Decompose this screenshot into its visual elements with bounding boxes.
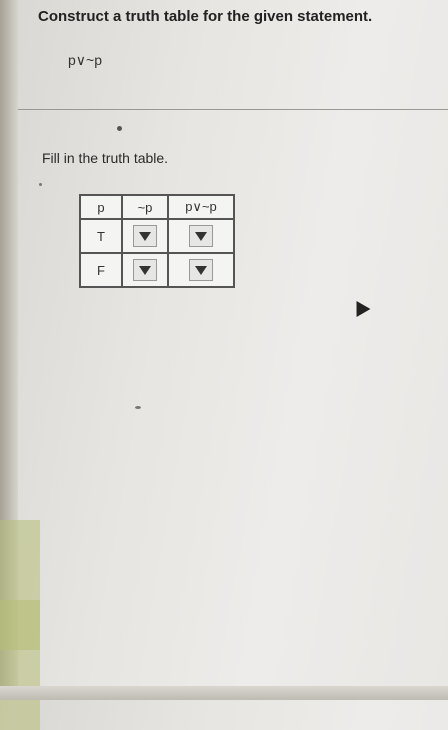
question-page: Construct a truth table for the given st… (18, 0, 448, 686)
photo-frame-left (0, 0, 40, 730)
header-not-p: ~p (121, 194, 169, 220)
truth-table-row: F (79, 252, 235, 288)
screen-speck (135, 406, 141, 409)
row1-p-or-not-p-dropdown[interactable] (189, 225, 213, 247)
logic-statement: p∨~p (68, 52, 102, 68)
row2-p-or-not-p-dropdown[interactable] (189, 259, 213, 281)
section-divider (18, 109, 448, 110)
truth-table-row: T (79, 218, 235, 254)
dropdown-arrow-icon (139, 232, 151, 241)
truth-table: p ~p p∨~p T F (79, 194, 235, 288)
row1-not-p-dropdown[interactable] (133, 225, 157, 247)
row1-p-or-not-p-cell (167, 218, 235, 254)
photo-frame-bottom (0, 686, 448, 700)
instruction-text: Fill in the truth table. (42, 150, 169, 166)
dropdown-arrow-icon (139, 266, 151, 275)
divider-dot (117, 126, 122, 131)
question-prompt: Construct a truth table for the given st… (38, 8, 373, 25)
truth-table-header-row: p ~p p∨~p (79, 194, 235, 220)
screen-speck (39, 183, 42, 186)
dropdown-arrow-icon (195, 266, 207, 275)
header-p: p (79, 194, 123, 220)
row1-not-p-cell (121, 218, 169, 254)
row2-p-or-not-p-cell (167, 252, 235, 288)
row1-p-value: T (79, 218, 123, 254)
row2-p-value: F (79, 252, 123, 288)
row2-not-p-dropdown[interactable] (133, 259, 157, 281)
header-p-or-not-p: p∨~p (167, 194, 235, 220)
dropdown-arrow-icon (195, 232, 207, 241)
row2-not-p-cell (121, 252, 169, 288)
